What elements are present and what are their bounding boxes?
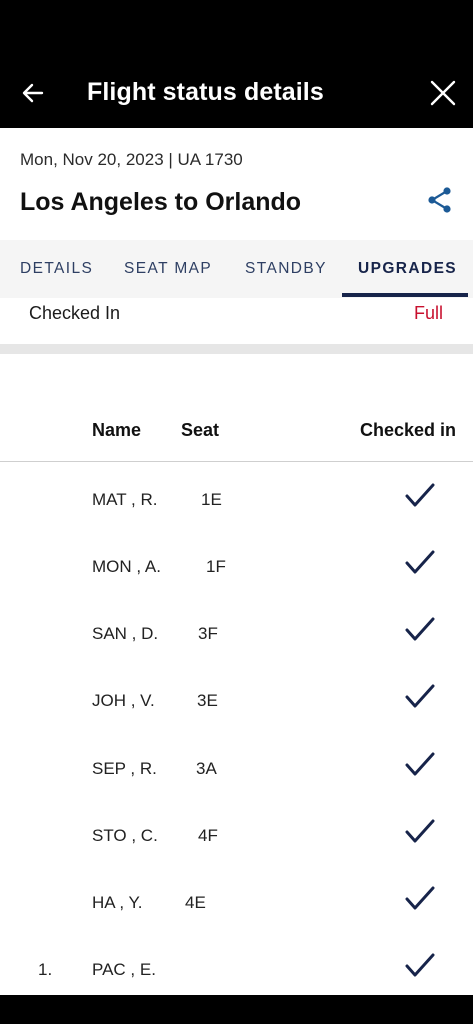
system-navigation-bar bbox=[0, 995, 473, 1024]
upgrade-table-header: Name Seat Checked in bbox=[0, 412, 473, 462]
upgrade-status-value: Full bbox=[414, 303, 444, 323]
table-row: STO , C. 4F bbox=[0, 819, 473, 893]
passenger-seat: 3E bbox=[197, 691, 218, 710]
checkmark-icon bbox=[404, 683, 436, 711]
tab-details[interactable]: DETAILS bbox=[20, 260, 93, 278]
passenger-seat: 1E bbox=[201, 490, 222, 509]
column-header-name: Name bbox=[92, 420, 142, 440]
table-row: JOH , V. 3E bbox=[0, 684, 473, 758]
app-bar: Flight status details bbox=[0, 58, 473, 128]
table-row: MON , A. 1F bbox=[0, 550, 473, 624]
passenger-seat: 3A bbox=[196, 759, 217, 778]
column-header-checked-in: Checked in bbox=[360, 420, 457, 440]
checked-in-label: Checked In bbox=[29, 303, 121, 323]
tab-upgrades[interactable]: UPGRADES bbox=[358, 260, 457, 278]
table-row: MAT , R. 1E bbox=[0, 483, 473, 557]
tab-bar: DETAILS SEAT MAP STANDBY UPGRADES bbox=[0, 240, 473, 298]
table-row: SAN , D. 3F bbox=[0, 617, 473, 691]
passenger-seat: 4E bbox=[185, 893, 206, 912]
active-tab-indicator bbox=[342, 293, 468, 297]
flight-route: Los Angeles to Orlando bbox=[20, 188, 302, 216]
checked-in-status-row: Checked In Full bbox=[0, 298, 473, 344]
passenger-name: JOH , V. bbox=[92, 691, 155, 710]
status-bar bbox=[0, 0, 473, 58]
checkmark-icon bbox=[404, 952, 436, 980]
passenger-name: MAT , R. bbox=[92, 490, 158, 509]
page-title: Flight status details bbox=[87, 78, 324, 106]
close-icon[interactable] bbox=[428, 78, 458, 108]
flight-date-number: Mon, Nov 20, 2023 | UA 1730 bbox=[20, 150, 243, 169]
back-arrow-icon[interactable] bbox=[20, 80, 46, 106]
passenger-name: SEP , R. bbox=[92, 759, 157, 778]
passenger-seat: 4F bbox=[198, 826, 218, 845]
checkmark-icon bbox=[404, 885, 436, 913]
passenger-name: HA , Y. bbox=[92, 893, 143, 912]
tab-standby[interactable]: STANDBY bbox=[245, 260, 327, 278]
table-row: SEP , R. 3A bbox=[0, 752, 473, 826]
column-header-seat: Seat bbox=[181, 420, 220, 440]
checkmark-icon bbox=[404, 751, 436, 779]
checkmark-icon bbox=[404, 818, 436, 846]
passenger-name: SAN , D. bbox=[92, 624, 159, 643]
share-icon[interactable] bbox=[426, 186, 454, 214]
flight-info: Mon, Nov 20, 2023 | UA 1730 Los Angeles … bbox=[0, 128, 473, 240]
checkmark-icon bbox=[404, 549, 436, 577]
tab-seat-map[interactable]: SEAT MAP bbox=[124, 260, 212, 278]
section-divider bbox=[0, 344, 473, 354]
passenger-name: MON , A. bbox=[92, 557, 161, 576]
passenger-seat: 3F bbox=[198, 624, 218, 643]
passenger-name: STO , C. bbox=[92, 826, 158, 845]
table-row: HA , Y. 4E bbox=[0, 886, 473, 960]
passenger-name: PAC , E. bbox=[92, 960, 156, 979]
checkmark-icon bbox=[404, 482, 436, 510]
passenger-seat: 1F bbox=[206, 557, 226, 576]
checkmark-icon bbox=[404, 616, 436, 644]
row-number: 1. bbox=[38, 960, 53, 979]
